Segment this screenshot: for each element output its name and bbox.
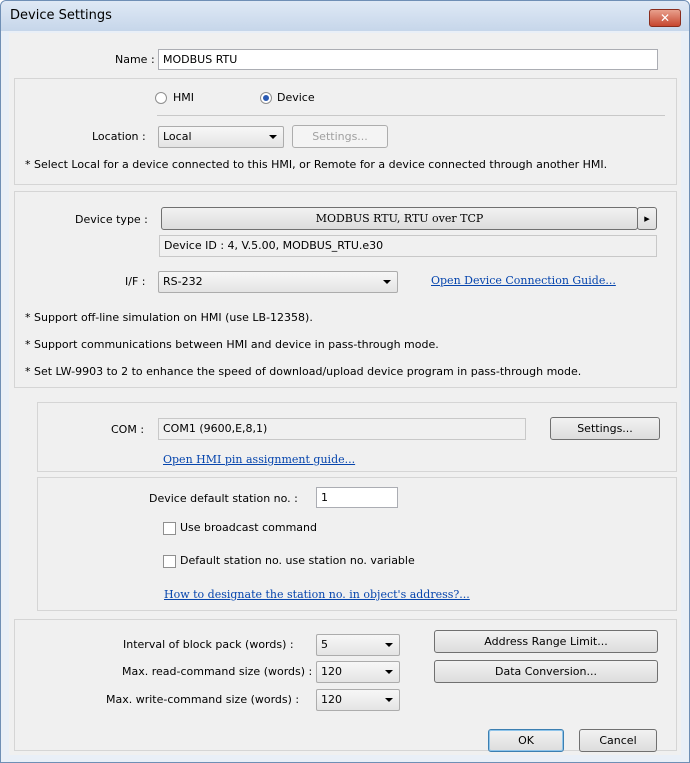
max-write-label: Max. write-command size (words) : bbox=[106, 693, 300, 706]
if-label: I/F : bbox=[125, 275, 146, 288]
address-range-limit-button[interactable]: Address Range Limit... bbox=[434, 630, 658, 653]
chevron-down-icon bbox=[385, 698, 393, 702]
chevron-down-icon bbox=[383, 280, 391, 284]
device-note-1: * Support off-line simulation on HMI (us… bbox=[25, 311, 313, 324]
device-type-button[interactable]: MODBUS RTU, RTU over TCP bbox=[161, 207, 638, 230]
ok-button[interactable]: OK bbox=[488, 729, 564, 752]
title-bar: Device Settings ✕ bbox=[1, 1, 689, 31]
device-radio-label: Device bbox=[277, 91, 315, 104]
com-label: COM : bbox=[111, 423, 145, 436]
max-write-value: 120 bbox=[321, 693, 342, 706]
broadcast-checkbox[interactable] bbox=[163, 522, 176, 535]
name-input[interactable]: MODBUS RTU bbox=[158, 49, 658, 70]
interval-select[interactable]: 5 bbox=[316, 634, 400, 656]
chevron-down-icon bbox=[385, 643, 393, 647]
max-read-label: Max. read-command size (words) : bbox=[122, 665, 313, 678]
if-select[interactable]: RS-232 bbox=[158, 271, 398, 293]
window-title: Device Settings bbox=[10, 8, 112, 23]
station-variable-label: Default station no. use station no. vari… bbox=[180, 554, 415, 567]
close-icon[interactable]: ✕ bbox=[649, 9, 681, 27]
com-settings-button[interactable]: Settings... bbox=[550, 417, 660, 440]
device-info: Device ID : 4, V.5.00, MODBUS_RTU.e30 bbox=[159, 235, 657, 257]
location-settings-button[interactable]: Settings... bbox=[292, 125, 388, 148]
station-howto-link[interactable]: How to designate the station no. in obje… bbox=[164, 588, 470, 601]
device-settings-window: Device Settings ✕ Name : MODBUS RTU HMI … bbox=[0, 0, 690, 763]
pin-guide-link[interactable]: Open HMI pin assignment guide... bbox=[163, 453, 355, 466]
device-note-3: * Set LW-9903 to 2 to enhance the speed … bbox=[25, 365, 582, 378]
device-radio[interactable] bbox=[260, 92, 272, 104]
chevron-down-icon bbox=[385, 670, 393, 674]
station-variable-checkbox[interactable] bbox=[163, 555, 176, 568]
interval-value: 5 bbox=[321, 638, 328, 651]
chevron-down-icon bbox=[269, 135, 277, 139]
connection-guide-link[interactable]: Open Device Connection Guide... bbox=[431, 274, 616, 287]
broadcast-label: Use broadcast command bbox=[180, 521, 317, 534]
max-read-select[interactable]: 120 bbox=[316, 661, 400, 683]
device-note-2: * Support communications between HMI and… bbox=[25, 338, 439, 351]
hmi-radio-label: HMI bbox=[173, 91, 195, 104]
name-label: Name : bbox=[115, 53, 155, 66]
com-value: COM1 (9600,E,8,1) bbox=[158, 418, 526, 440]
hmi-radio[interactable] bbox=[155, 92, 167, 104]
location-value: Local bbox=[163, 130, 192, 143]
location-note: * Select Local for a device connected to… bbox=[25, 158, 608, 171]
location-select[interactable]: Local bbox=[158, 126, 284, 148]
interval-label: Interval of block pack (words) : bbox=[123, 638, 294, 651]
max-write-select[interactable]: 120 bbox=[316, 689, 400, 711]
station-default-label: Device default station no. : bbox=[149, 492, 298, 505]
station-default-input[interactable]: 1 bbox=[316, 487, 398, 508]
location-label: Location : bbox=[92, 130, 146, 143]
data-conversion-button[interactable]: Data Conversion... bbox=[434, 660, 658, 683]
device-type-arrow-icon[interactable]: ▸ bbox=[637, 207, 657, 230]
max-read-value: 120 bbox=[321, 665, 342, 678]
if-value: RS-232 bbox=[163, 275, 203, 288]
mode-separator bbox=[157, 115, 665, 116]
cancel-button[interactable]: Cancel bbox=[579, 729, 657, 752]
dialog-body: Name : MODBUS RTU HMI Device Location : … bbox=[9, 33, 681, 755]
device-type-label: Device type : bbox=[75, 213, 148, 226]
